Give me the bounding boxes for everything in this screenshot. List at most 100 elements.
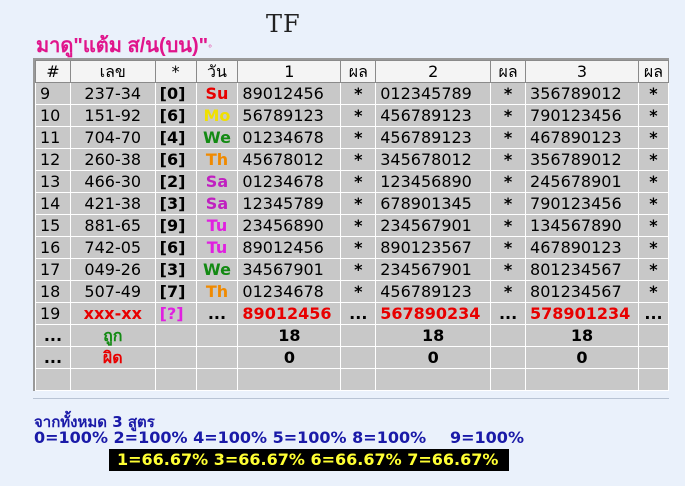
tf-logo: TF bbox=[266, 10, 301, 38]
row-day: Su bbox=[195, 82, 239, 105]
formula-2-result: ... bbox=[490, 302, 527, 325]
formula-3-result: ... bbox=[637, 302, 670, 325]
formula-3-value: 790123456 bbox=[525, 104, 639, 127]
formula-1-value: 01234678 bbox=[237, 126, 342, 149]
formula-3-value: 578901234 bbox=[525, 302, 639, 325]
formula-1-result: * bbox=[340, 148, 377, 171]
row-index: 9 bbox=[35, 82, 71, 105]
formula-3-value: 467890123 bbox=[525, 126, 639, 149]
formula-2-result: * bbox=[490, 192, 527, 215]
table-row: 17 049-26 [3] We 34567901 * 234567901 * 80123456… bbox=[35, 258, 670, 281]
formula-1-value: 01234678 bbox=[237, 280, 342, 303]
row-number: xxx-xx bbox=[69, 302, 156, 325]
formula-3-result: * bbox=[637, 104, 670, 127]
row-code: [6] bbox=[154, 104, 197, 127]
formula-3-result: * bbox=[637, 170, 670, 193]
table-row: 10 151-92 [6] Mo 56789123 * 456789123 * 79012345… bbox=[35, 104, 670, 127]
empty-cell bbox=[69, 368, 156, 391]
formula-2-value: 456789123 bbox=[375, 104, 492, 127]
formula-1-result: * bbox=[340, 104, 377, 127]
row-number: 237-34 bbox=[69, 82, 156, 105]
formula-3-result: * bbox=[637, 148, 670, 171]
formula-3-result: * bbox=[637, 258, 670, 281]
empty-cell bbox=[195, 324, 239, 347]
formula-2-result: * bbox=[490, 214, 527, 237]
summary-heading: จากทั้งหมด 3 สูตร bbox=[34, 413, 155, 431]
wrong-count-row: ... ผิด 0 0 0 bbox=[35, 346, 670, 369]
row-number: 881-65 bbox=[69, 214, 156, 237]
empty-cell bbox=[637, 324, 670, 347]
formula-2-value: 456789123 bbox=[375, 280, 492, 303]
row-index: 10 bbox=[35, 104, 71, 127]
row-day: Mo bbox=[195, 104, 239, 127]
table-row: 11 704-70 [4] We 01234678 * 456789123 * 46789012… bbox=[35, 126, 670, 149]
table-row: 16 742-05 [6] Tu 89012456 * 890123567 * 46789012… bbox=[35, 236, 670, 259]
stat-value-2: 0 bbox=[375, 346, 492, 369]
formula-1-value: 34567901 bbox=[237, 258, 342, 281]
row-index: 12 bbox=[35, 148, 71, 171]
stat-value-3: 0 bbox=[525, 346, 639, 369]
formula-3-result: * bbox=[637, 82, 670, 105]
formula-2-result: * bbox=[490, 280, 527, 303]
formula-3-value: 467890123 bbox=[525, 236, 639, 259]
table-row: 15 881-65 [9] Tu 23456890 * 234567901 * 13456789… bbox=[35, 214, 670, 237]
formula-2-value: 456789123 bbox=[375, 126, 492, 149]
row-number: 151-92 bbox=[69, 104, 156, 127]
empty-cell bbox=[237, 368, 342, 391]
formula-3-result: * bbox=[637, 214, 670, 237]
table-row: 9 237-34 [0] Su 89012456 * 012345789 * 356789012… bbox=[35, 82, 670, 105]
title-tail: ◦ bbox=[208, 40, 213, 53]
prediction-row: 19 xxx-xx [?]... 89012456... 567890234... 578… bbox=[35, 302, 670, 325]
row-day: ... bbox=[195, 302, 239, 325]
formula-3-value: 801234567 bbox=[525, 280, 639, 303]
formula-3-value: 245678901 bbox=[525, 170, 639, 193]
row-day: We bbox=[195, 126, 239, 149]
row-code: [9] bbox=[154, 214, 197, 237]
correct-count-row: ... ถูก 18 18 18 bbox=[35, 324, 670, 347]
empty-cell bbox=[340, 346, 377, 369]
formula-2-value: 345678012 bbox=[375, 148, 492, 171]
empty-cell bbox=[490, 324, 527, 347]
column-header: * bbox=[154, 60, 197, 83]
formula-1-value: 12345789 bbox=[237, 192, 342, 215]
row-code: [2] bbox=[154, 170, 197, 193]
formula-1-value: 89012456 bbox=[237, 82, 342, 105]
formula-2-value: 234567901 bbox=[375, 258, 492, 281]
row-index: 11 bbox=[35, 126, 71, 149]
pct-hundred-list: 0=100% 2=100% 4=100% 5=100% 8=100% bbox=[34, 428, 427, 447]
formula-2-result: * bbox=[490, 126, 527, 149]
column-header: ผล bbox=[340, 60, 377, 83]
formula-1-value: 23456890 bbox=[237, 214, 342, 237]
formula-1-result: * bbox=[340, 214, 377, 237]
row-day: Tu bbox=[195, 214, 239, 237]
empty-cell bbox=[154, 346, 197, 369]
table-row: 14 421-38 [3] Sa 12345789 * 678901345 * 79012345… bbox=[35, 192, 670, 215]
formula-1-result: * bbox=[340, 258, 377, 281]
formula-3-value: 356789012 bbox=[525, 148, 639, 171]
row-day: Th bbox=[195, 148, 239, 171]
column-header: ผล bbox=[490, 60, 527, 83]
row-day: Tu bbox=[195, 236, 239, 259]
formula-3-value: 801234567 bbox=[525, 258, 639, 281]
formula-3-result: * bbox=[637, 126, 670, 149]
formula-1-result: * bbox=[340, 236, 377, 259]
column-header: # bbox=[35, 60, 71, 83]
formula-2-result: * bbox=[490, 170, 527, 193]
empty-cell bbox=[490, 346, 527, 369]
empty-cell bbox=[525, 368, 639, 391]
stat-label: ผิด bbox=[69, 346, 156, 369]
formula-1-value: 56789123 bbox=[237, 104, 342, 127]
row-index: 16 bbox=[35, 236, 71, 259]
row-number: 704-70 bbox=[69, 126, 156, 149]
divider bbox=[33, 398, 669, 399]
formula-1-value: 45678012 bbox=[237, 148, 342, 171]
stat-value-1: 18 bbox=[237, 324, 342, 347]
column-header: วัน bbox=[195, 60, 239, 83]
page-title: มาดู"แต้ม ส/น(บน)"◦ bbox=[36, 29, 213, 57]
formula-1-result: * bbox=[340, 280, 377, 303]
stat-value-2: 18 bbox=[375, 324, 492, 347]
empty-cell bbox=[340, 368, 377, 391]
row-index: 15 bbox=[35, 214, 71, 237]
empty-cell bbox=[195, 346, 239, 369]
stat-value-1: 0 bbox=[237, 346, 342, 369]
